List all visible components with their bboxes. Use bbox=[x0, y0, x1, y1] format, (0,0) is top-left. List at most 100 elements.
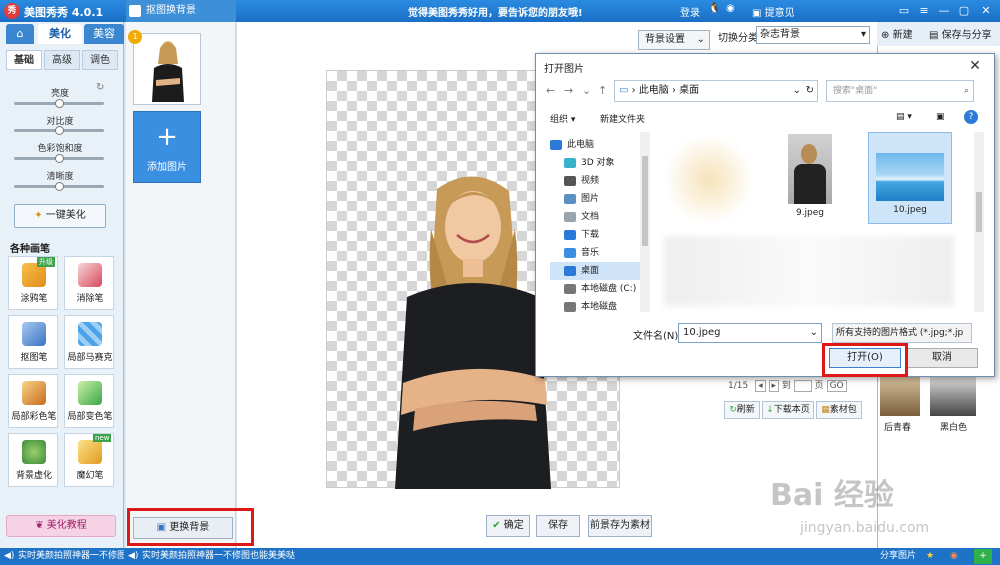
organize-menu[interactable]: 组织 ▾ bbox=[550, 112, 575, 125]
chevron-down-icon[interactable]: ⌄ bbox=[810, 324, 818, 342]
breadcrumb-desktop[interactable]: 桌面 bbox=[679, 85, 699, 96]
sharpness-knob[interactable] bbox=[54, 182, 64, 191]
file-scrollbar[interactable] bbox=[974, 132, 984, 312]
tool-cutout-pen[interactable]: 抠图笔 bbox=[8, 315, 58, 369]
up-icon[interactable]: ↑ bbox=[598, 84, 607, 97]
tool-mosaic[interactable]: 局部马赛克 bbox=[64, 315, 114, 369]
help-icon[interactable]: ? bbox=[964, 110, 978, 124]
brightness-slider[interactable] bbox=[14, 99, 104, 108]
home-tab[interactable]: ⌂ bbox=[6, 24, 34, 44]
cancel-button[interactable]: 取消 bbox=[906, 348, 978, 368]
page-input[interactable] bbox=[793, 379, 812, 392]
tool-recolor-pen[interactable]: 局部变色笔 bbox=[64, 374, 114, 428]
material-pack-button[interactable]: ▦素材包 bbox=[816, 401, 862, 419]
add-image-button[interactable]: + 添加图片 bbox=[133, 111, 201, 183]
dialog-close-icon[interactable]: ✕ bbox=[964, 57, 986, 75]
saturation-knob[interactable] bbox=[54, 154, 64, 163]
tab-beautify[interactable]: 美化 bbox=[38, 24, 82, 44]
file-name: 9.jpeg bbox=[795, 208, 825, 218]
saturation-slider[interactable] bbox=[14, 154, 104, 163]
view-icon[interactable]: ▤ ▾ bbox=[896, 112, 912, 122]
plus-share-icon[interactable]: + bbox=[974, 549, 992, 564]
next-page-button[interactable]: ▸ bbox=[768, 380, 780, 392]
search-input[interactable]: 搜索"桌面" ⌕ bbox=[826, 80, 974, 102]
preview-pane-icon[interactable]: ▣ bbox=[936, 112, 945, 122]
login-link[interactable]: 登录 bbox=[680, 4, 700, 19]
prev-page-button[interactable]: ◂ bbox=[755, 380, 766, 392]
close-button[interactable]: ✕ bbox=[978, 3, 994, 19]
new-button[interactable]: ⊕ 新建 bbox=[881, 26, 913, 41]
address-bar[interactable]: ▭ › 此电脑 › 桌面 ⌄ ↻ bbox=[614, 80, 818, 102]
tool-bg-blur[interactable]: 背景虚化 bbox=[8, 433, 58, 487]
breadcrumb-pc[interactable]: 此电脑 bbox=[639, 85, 669, 96]
tool-eraser[interactable]: 消除笔 bbox=[64, 256, 114, 310]
history-icon[interactable]: ⌄ bbox=[582, 84, 591, 97]
download-icon: ↓ bbox=[766, 405, 774, 415]
chevron-down-icon[interactable]: ⌄ bbox=[793, 81, 801, 101]
tool-magic-pen[interactable]: new 魔幻笔 bbox=[64, 433, 114, 487]
weibo-icon[interactable]: ◉ bbox=[726, 3, 735, 14]
document-icon bbox=[564, 211, 576, 222]
maximize-button[interactable]: ▢ bbox=[956, 3, 972, 19]
menu-icon[interactable]: ≡ bbox=[916, 3, 932, 19]
refresh-icon[interactable]: ↻ bbox=[806, 81, 814, 101]
status-center-text[interactable]: 实时美颜拍照神器一不修图也能美美哒 bbox=[142, 548, 295, 565]
saturation-label: 色彩饱和度 bbox=[37, 144, 83, 154]
weibo-share-icon[interactable]: ◉ bbox=[950, 548, 958, 565]
drive-icon bbox=[564, 301, 576, 312]
download-page-button[interactable]: ↓下载本页 bbox=[762, 401, 814, 419]
tree-item-pc[interactable]: 此电脑 bbox=[550, 136, 642, 154]
goto-label: 到 bbox=[781, 381, 791, 391]
file-type-filter[interactable]: 所有支持的图片格式 (*.jpg;*.jp bbox=[832, 323, 972, 343]
eraser-icon bbox=[78, 263, 102, 287]
tool-label: 背景虚化 bbox=[15, 471, 52, 481]
effect-thumb-bw[interactable] bbox=[930, 376, 976, 416]
brightness-label: 亮度 bbox=[50, 89, 69, 99]
brightness-knob[interactable] bbox=[54, 99, 64, 108]
filter-value: 所有支持的图片格式 (*.jpg;*.jp bbox=[836, 328, 964, 338]
desktop-icon bbox=[564, 265, 576, 276]
subtab-basic[interactable]: 基础 bbox=[6, 50, 42, 70]
star-icon[interactable]: ★ bbox=[926, 548, 934, 565]
share-label[interactable]: 分享图片 bbox=[880, 548, 916, 565]
bg-settings-button[interactable]: 背景设置 ⌄ bbox=[638, 30, 710, 50]
new-folder-button[interactable]: 新建文件夹 bbox=[600, 112, 645, 125]
tool-doodle-pen[interactable]: 升级 涂鸦笔 bbox=[8, 256, 58, 310]
sharpness-slider[interactable] bbox=[14, 182, 104, 191]
contrast-slider[interactable] bbox=[14, 126, 104, 135]
tree-item-desktop[interactable]: 桌面 bbox=[550, 262, 648, 280]
save-button[interactable]: 保存 bbox=[536, 515, 580, 537]
image-thumbnail[interactable]: 1 bbox=[128, 30, 201, 105]
tab-makeup[interactable]: 美容 bbox=[84, 24, 124, 44]
save-as-material-button[interactable]: 前景存为素材 bbox=[588, 515, 652, 537]
one-key-beautify-button[interactable]: ✦ 一键美化 bbox=[14, 204, 106, 228]
file-9-jpeg[interactable]: 9.jpeg bbox=[768, 132, 852, 224]
penguin-icon[interactable]: 🐧 bbox=[708, 3, 720, 14]
feedback-link[interactable]: ▣ 提意见 bbox=[752, 4, 795, 19]
refresh-button[interactable]: ↻刷新 bbox=[724, 401, 760, 419]
filename-input[interactable]: 10.jpeg ⌄ bbox=[678, 323, 822, 343]
file-10-jpeg[interactable]: 10.jpeg bbox=[868, 132, 952, 224]
tree-scrollbar[interactable] bbox=[640, 132, 650, 312]
minimize-button[interactable]: — bbox=[936, 3, 952, 19]
confirm-button[interactable]: ✔ 确定 bbox=[486, 515, 530, 537]
blurred-file[interactable] bbox=[664, 134, 754, 224]
tutorial-button[interactable]: ❦ 美化教程 bbox=[6, 515, 116, 537]
effect-thumb-youth[interactable] bbox=[880, 376, 920, 416]
subtab-advanced[interactable]: 高级 bbox=[44, 50, 80, 70]
contrast-knob[interactable] bbox=[54, 126, 64, 135]
tool-color-brush[interactable]: 局部彩色笔 bbox=[8, 374, 58, 428]
message-icon[interactable]: ▭ bbox=[896, 3, 912, 19]
save-share-button[interactable]: ▤ 保存与分享 bbox=[929, 26, 992, 41]
category-select[interactable]: 杂志背景 ▾ bbox=[756, 26, 870, 44]
open-image-dialog: 打开图片 ✕ ← → ⌄ ↑ ▭ › 此电脑 › 桌面 ⌄ ↻ 搜索"桌面" ⌕… bbox=[535, 53, 995, 377]
brush-section-title: 各种画笔 bbox=[10, 244, 50, 255]
back-icon[interactable]: ← bbox=[546, 84, 555, 97]
go-button[interactable]: GO bbox=[826, 380, 847, 392]
forward-icon[interactable]: → bbox=[564, 84, 573, 97]
blurred-files[interactable] bbox=[664, 236, 954, 306]
status-left-text[interactable]: 实时美颜拍照神器一不修图 bbox=[18, 548, 124, 565]
tree-label: 图片 bbox=[581, 194, 600, 204]
app-logo: 秀 bbox=[4, 3, 20, 19]
subtab-color[interactable]: 调色 bbox=[82, 50, 118, 70]
